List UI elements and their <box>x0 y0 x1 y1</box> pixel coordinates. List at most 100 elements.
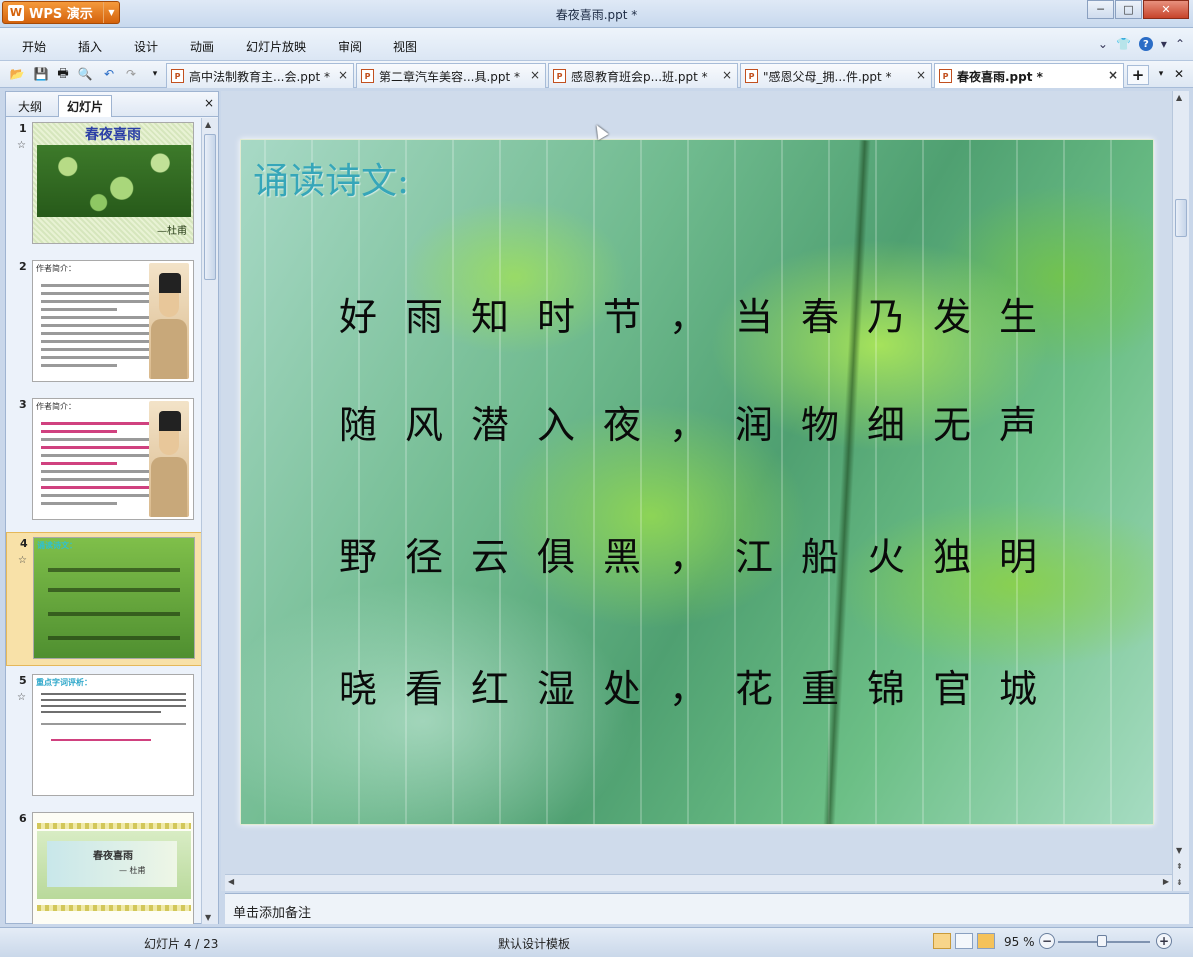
menu-right-tools: ⌄ 👕 ? ▾ ⌃ <box>1098 37 1185 51</box>
collapse-ribbon-icon[interactable]: ⌄ <box>1098 37 1108 51</box>
poem-char: 乃 <box>866 295 905 339</box>
close-panel-icon[interactable]: × <box>204 96 214 110</box>
animation-star-icon: ☆ <box>18 555 27 566</box>
notes-pane[interactable]: 单击添加备注 <box>225 893 1189 924</box>
doc-tab-active[interactable]: P 春夜喜雨.ppt * × <box>934 63 1124 88</box>
zoom-level: 95 % <box>1004 935 1035 949</box>
poem-char: 风 <box>404 403 443 447</box>
tab-list-dropdown-icon[interactable]: ▾ <box>1152 65 1170 83</box>
open-folder-icon[interactable]: 📂 <box>8 65 26 83</box>
scroll-down-icon[interactable]: ▼ <box>205 913 211 922</box>
menu-design[interactable]: 设计 <box>134 38 158 55</box>
close-document-icon[interactable]: ✕ <box>1170 65 1188 83</box>
thumb-text-line <box>41 705 186 707</box>
thumb-text-line <box>41 723 186 725</box>
poem-line-2[interactable]: 随风潜入夜 ， 润物细无声 <box>325 394 1045 449</box>
slide-thumbnail-3[interactable]: 3 作者简介： <box>6 394 202 528</box>
doc-tab-1[interactable]: P 高中法制教育主...会.ppt * × <box>166 63 354 88</box>
thumbnail-scrollbar[interactable]: ▲ ▼ <box>201 118 218 924</box>
normal-view-icon[interactable] <box>933 933 951 949</box>
doc-tab-label: 高中法制教育主...会.ppt * <box>189 69 331 84</box>
scroll-down-icon[interactable]: ▼ <box>1176 846 1182 855</box>
menu-view[interactable]: 视图 <box>393 38 417 55</box>
save-icon[interactable]: 💾 <box>32 65 50 83</box>
poem-char: 云 <box>470 535 509 579</box>
tab-slides[interactable]: 幻灯片 <box>58 95 113 117</box>
scrollbar-thumb[interactable] <box>1175 199 1187 237</box>
decorative-stripe <box>37 905 191 911</box>
poem-char: 湿 <box>536 667 575 711</box>
thumb-text-line <box>41 711 161 713</box>
scroll-right-icon[interactable]: ▶ <box>1163 877 1169 886</box>
customize-toolbar-icon[interactable]: ▾ <box>146 65 164 83</box>
minimize-button[interactable]: ─ <box>1087 0 1114 19</box>
print-preview-icon[interactable]: 🔍 <box>76 65 94 83</box>
menu-slideshow[interactable]: 幻灯片放映 <box>246 38 306 55</box>
slide-thumbnail-1[interactable]: 1 ☆ 春夜喜雨 —杜甫 <box>6 118 202 252</box>
menu-animation[interactable]: 动画 <box>190 38 214 55</box>
thumb-heading: 作者简介： <box>36 264 76 273</box>
close-tab-icon[interactable]: × <box>916 68 926 82</box>
maximize-button[interactable]: □ <box>1115 0 1142 19</box>
help-dropdown-icon[interactable]: ▾ <box>1161 37 1167 51</box>
menu-home[interactable]: 开始 <box>22 38 46 55</box>
poem-line-1[interactable]: 好雨知时节 ， 当春乃发生 <box>325 286 1045 341</box>
ppt-file-icon: P <box>553 69 566 83</box>
zoom-in-button[interactable]: + <box>1156 933 1172 949</box>
slide-thumbnail-5[interactable]: 5 ☆ 重点字词评析： <box>6 670 202 804</box>
previous-slide-icon[interactable]: ⇞ <box>1176 862 1183 871</box>
doc-tab-4[interactable]: P "感恩父母_拥...件.ppt * × <box>740 63 932 88</box>
close-tab-icon[interactable]: × <box>338 68 348 82</box>
rain-overlay <box>241 140 1153 824</box>
new-tab-button[interactable]: + <box>1127 65 1149 85</box>
print-icon[interactable]: 🖶 <box>54 65 72 83</box>
zoom-out-button[interactable]: − <box>1039 933 1055 949</box>
undo-icon[interactable]: ↶ <box>100 65 118 83</box>
ribbon-toggle-icon[interactable]: ⌃ <box>1175 37 1185 51</box>
slide-heading[interactable]: 诵读诗文: <box>253 152 409 204</box>
scroll-up-icon[interactable]: ▲ <box>205 120 211 129</box>
slide-preview: 作者简介： <box>32 260 194 382</box>
next-slide-icon[interactable]: ⇟ <box>1176 878 1183 887</box>
poem-char: 潜 <box>470 403 509 447</box>
redo-icon[interactable]: ↷ <box>122 65 140 83</box>
doc-tab-3[interactable]: P 感恩教育班会p...班.ppt * × <box>548 63 738 88</box>
close-tab-icon[interactable]: × <box>1108 68 1118 82</box>
slide-horizontal-scrollbar[interactable]: ◀ ▶ <box>225 874 1172 891</box>
thumb-text-line <box>48 636 180 640</box>
close-tab-icon[interactable]: × <box>530 68 540 82</box>
menu-review[interactable]: 审阅 <box>338 38 362 55</box>
animation-star-icon: ☆ <box>17 692 26 703</box>
notes-placeholder[interactable]: 单击添加备注 <box>233 902 311 921</box>
close-window-button[interactable]: ✕ <box>1143 0 1189 19</box>
leaves-image <box>37 145 191 217</box>
scroll-left-icon[interactable]: ◀ <box>228 877 234 886</box>
poem-char: 随 <box>338 403 377 447</box>
slide-thumbnail-6[interactable]: 6 春夜喜雨 — 杜甫 <box>6 808 202 924</box>
scrollbar-thumb[interactable] <box>204 134 216 280</box>
doc-tab-2[interactable]: P 第二章汽车美容...具.ppt * × <box>356 63 546 88</box>
slide-vertical-scrollbar[interactable]: ▲ ▼ ⇞ ⇟ <box>1172 91 1189 891</box>
slide-sorter-view-icon[interactable] <box>955 933 973 949</box>
scroll-up-icon[interactable]: ▲ <box>1176 93 1182 102</box>
window-title: 春夜喜雨.ppt * <box>555 8 638 22</box>
poem-char: 火 <box>866 535 905 579</box>
slideshow-view-icon[interactable] <box>977 933 995 949</box>
poem-char: ， <box>668 667 707 711</box>
zoom-slider-handle[interactable] <box>1097 935 1107 947</box>
poem-char: 野 <box>338 535 377 579</box>
help-icon[interactable]: ? <box>1138 37 1153 51</box>
skin-shirt-icon[interactable]: 👕 <box>1116 37 1131 51</box>
menu-insert[interactable]: 插入 <box>78 38 102 55</box>
slide-thumbnail-list: 1 ☆ 春夜喜雨 —杜甫 2 作者简介： 3 作者简介： 4 ☆ 诵读诗文： 5… <box>6 118 202 924</box>
poem-line-4[interactable]: 晓看红湿处 ， 花重锦官城 <box>325 658 1045 713</box>
close-tab-icon[interactable]: × <box>722 68 732 82</box>
thumb-text-line <box>48 612 180 616</box>
poem-line-3[interactable]: 野径云俱黑 ， 江船火独明 <box>325 526 1045 581</box>
tab-outline[interactable]: 大纲 <box>10 95 50 117</box>
slide-thumbnail-2[interactable]: 2 作者简介： <box>6 256 202 390</box>
slide-panel: 大纲 幻灯片 × 1 ☆ 春夜喜雨 —杜甫 2 作者简介： 3 作者简介： 4 … <box>5 91 219 924</box>
current-slide[interactable]: 诵读诗文: 好雨知时节 ， 当春乃发生 随风潜入夜 ， 润物细无声 野径云俱黑 ， 江船火独… <box>240 139 1154 825</box>
thumb-text-line <box>48 568 180 572</box>
slide-thumbnail-4[interactable]: 4 ☆ 诵读诗文： <box>6 532 202 666</box>
